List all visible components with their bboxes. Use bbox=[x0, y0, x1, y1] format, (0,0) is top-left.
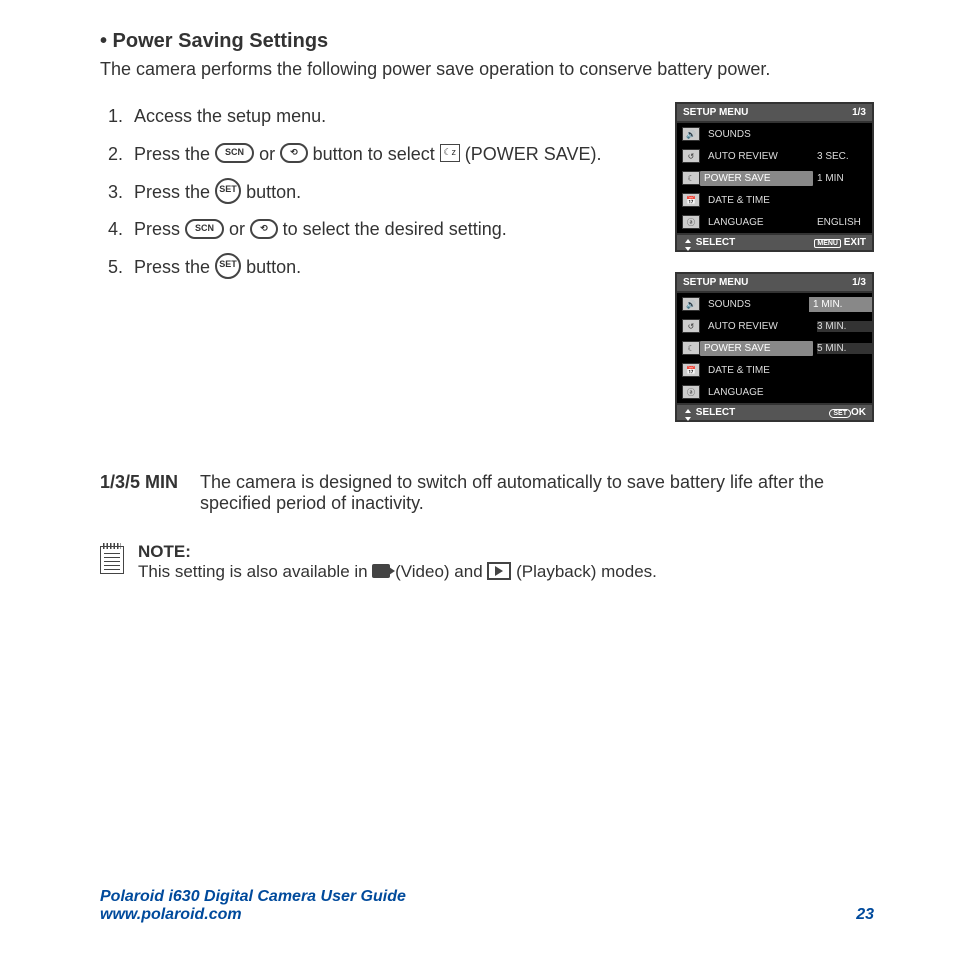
note-block: NOTE: This setting is also available in … bbox=[100, 542, 874, 582]
footer-exit: MENU EXIT bbox=[814, 237, 866, 248]
menu-row: 🔊SOUNDS1 MIN. bbox=[677, 293, 872, 315]
menu-row: 📅DATE & TIME bbox=[677, 189, 872, 211]
note-icon bbox=[100, 546, 124, 574]
menu-title: SETUP MENU bbox=[683, 277, 852, 288]
powersave-icon: ☾ bbox=[682, 171, 700, 185]
datetime-icon: 📅 bbox=[682, 363, 700, 377]
menu-row-selected: ☾POWER SAVE5 MIN. bbox=[677, 337, 872, 359]
sounds-icon: 🔊 bbox=[682, 127, 700, 141]
menu-page: 1/3 bbox=[852, 277, 866, 288]
menu-row: ⓐLANGUAGEENGLISH bbox=[677, 211, 872, 233]
note-label: NOTE: bbox=[138, 542, 657, 562]
menu-title: SETUP MENU bbox=[683, 107, 852, 118]
menu-row: ↺AUTO REVIEW3 MIN. bbox=[677, 315, 872, 337]
set-button-icon: SET bbox=[215, 178, 241, 204]
definition-term: 1/3/5 MIN bbox=[100, 472, 178, 514]
steps-list: Access the setup menu. Press the SCN or … bbox=[100, 98, 655, 287]
datetime-icon: 📅 bbox=[682, 193, 700, 207]
review-icon: ↺ bbox=[682, 319, 700, 333]
footer-select: SELECT bbox=[683, 237, 814, 248]
footer-select: SELECT bbox=[683, 407, 829, 418]
menu-page: 1/3 bbox=[852, 107, 866, 118]
video-mode-icon bbox=[372, 564, 390, 578]
guide-title: Polaroid i630 Digital Camera User Guide bbox=[100, 888, 406, 906]
language-icon: ⓐ bbox=[682, 215, 700, 229]
timer-button-icon: ⟲ bbox=[250, 219, 278, 239]
lcd-screen-2: SETUP MENU 1/3 🔊SOUNDS1 MIN. ↺AUTO REVIE… bbox=[675, 272, 874, 422]
definition-row: 1/3/5 MIN The camera is designed to swit… bbox=[100, 472, 874, 514]
menu-row: 📅DATE & TIME bbox=[677, 359, 872, 381]
timer-button-icon: ⟲ bbox=[280, 143, 308, 163]
footer-ok: SETOK bbox=[829, 407, 866, 418]
note-text: This setting is also available in (Video… bbox=[138, 562, 657, 582]
section-heading: • Power Saving Settings bbox=[100, 30, 874, 53]
scn-button-icon: SCN bbox=[215, 143, 254, 163]
sounds-icon: 🔊 bbox=[682, 297, 700, 311]
menu-row: ↺AUTO REVIEW3 SEC. bbox=[677, 145, 872, 167]
definition-text: The camera is designed to switch off aut… bbox=[200, 472, 874, 514]
scn-button-icon: SCN bbox=[185, 219, 224, 239]
footer-left: Polaroid i630 Digital Camera User Guide … bbox=[100, 888, 406, 924]
playback-mode-icon bbox=[487, 562, 511, 580]
set-button-icon: SET bbox=[215, 253, 241, 279]
language-icon: ⓐ bbox=[682, 385, 700, 399]
intro-text: The camera performs the following power … bbox=[100, 59, 874, 80]
powersave-icon: ☾ bbox=[682, 341, 700, 355]
step-3: Press the SET button. bbox=[128, 174, 655, 212]
step-5: Press the SET button. bbox=[128, 249, 655, 287]
menu-row: 🔊SOUNDS bbox=[677, 123, 872, 145]
lcd-screen-1: SETUP MENU 1/3 🔊SOUNDS ↺AUTO REVIEW3 SEC… bbox=[675, 102, 874, 252]
review-icon: ↺ bbox=[682, 149, 700, 163]
step-1: Access the setup menu. bbox=[128, 98, 655, 136]
menu-row: ⓐLANGUAGE bbox=[677, 381, 872, 403]
power-save-icon: ☾z bbox=[440, 144, 460, 162]
page-number: 23 bbox=[856, 906, 874, 924]
step-4: Press SCN or ⟲ to select the desired set… bbox=[128, 211, 655, 249]
menu-row-selected: ☾POWER SAVE1 MIN bbox=[677, 167, 872, 189]
step-2: Press the SCN or ⟲ button to select ☾z (… bbox=[128, 136, 655, 174]
guide-url: www.polaroid.com bbox=[100, 906, 406, 924]
